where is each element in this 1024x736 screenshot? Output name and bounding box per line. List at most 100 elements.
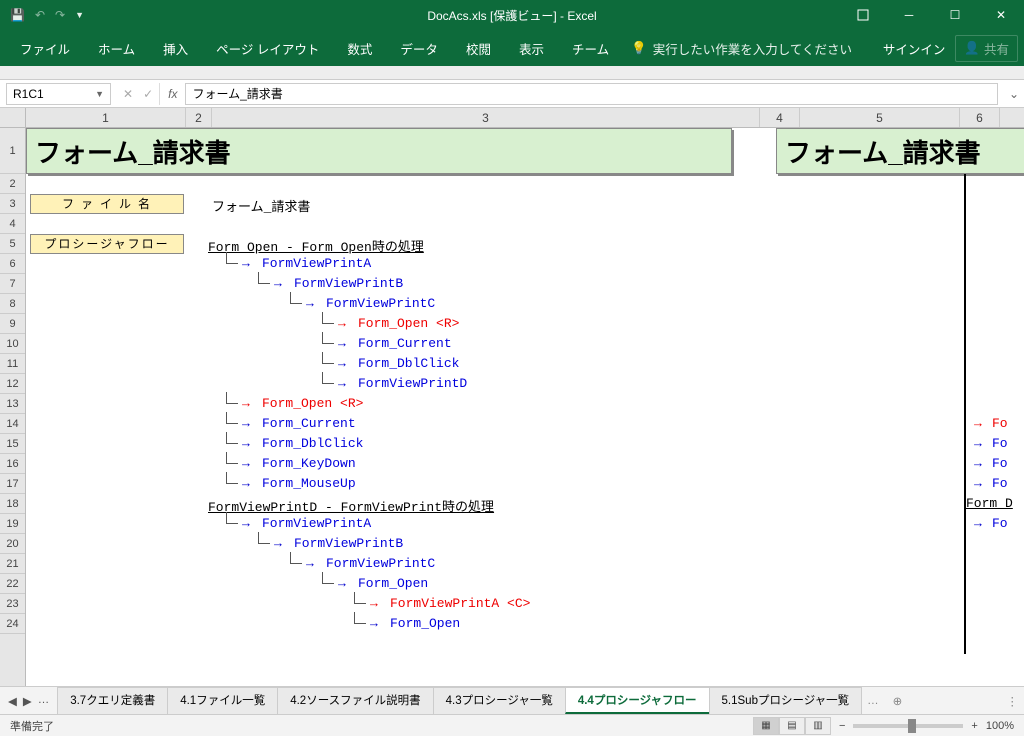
- row-header[interactable]: 24: [0, 614, 25, 634]
- save-icon[interactable]: 💾: [10, 8, 25, 22]
- row-header[interactable]: 17: [0, 474, 25, 494]
- row-header[interactable]: 1: [0, 128, 25, 174]
- minimize-button[interactable]: ─: [886, 0, 932, 30]
- row-header[interactable]: 6: [0, 254, 25, 274]
- flow-item[interactable]: Form_Current: [262, 416, 356, 431]
- column-header[interactable]: 4: [760, 108, 800, 127]
- flow-item[interactable]: FormViewPrintB: [294, 536, 403, 551]
- row-header[interactable]: 15: [0, 434, 25, 454]
- zoom-slider[interactable]: [853, 724, 963, 728]
- flow-item[interactable]: FormViewPrintA: [262, 256, 371, 271]
- sheet-tab[interactable]: 5.1Subプロシージャ一覧: [709, 687, 863, 714]
- tab-page-layout[interactable]: ページ レイアウト: [202, 30, 333, 66]
- sheet-tab[interactable]: 4.1ファイル一覧: [167, 687, 278, 714]
- chevron-down-icon[interactable]: ▼: [95, 89, 104, 99]
- flow-item[interactable]: Fo: [992, 516, 1008, 531]
- sheet-more-icon[interactable]: …: [861, 695, 885, 707]
- row-header[interactable]: 22: [0, 574, 25, 594]
- row-header[interactable]: 19: [0, 514, 25, 534]
- select-all-corner[interactable]: [0, 108, 26, 127]
- view-page-break-button[interactable]: ▥: [805, 717, 831, 735]
- flow-item[interactable]: Form_Open <R>: [358, 316, 459, 331]
- row-header[interactable]: 7: [0, 274, 25, 294]
- row-header[interactable]: 12: [0, 374, 25, 394]
- maximize-button[interactable]: ☐: [932, 0, 978, 30]
- tab-view[interactable]: 表示: [505, 30, 558, 66]
- column-header[interactable]: 1: [26, 108, 186, 127]
- row-header[interactable]: 23: [0, 594, 25, 614]
- sheet-nav-first-icon[interactable]: ◀: [8, 694, 17, 708]
- row-header[interactable]: 8: [0, 294, 25, 314]
- sheet-tab[interactable]: 4.4プロシージャフロー: [565, 687, 710, 714]
- row-header[interactable]: 4: [0, 214, 25, 234]
- flow-item[interactable]: Fo: [992, 476, 1008, 491]
- sheet-nav-prev-icon[interactable]: ▶: [23, 694, 32, 708]
- sheet-tab[interactable]: 4.2ソースファイル説明書: [277, 687, 433, 714]
- add-sheet-button[interactable]: ⊕: [885, 694, 911, 708]
- formula-expand-icon[interactable]: ⌄: [1004, 87, 1024, 101]
- row-header[interactable]: 10: [0, 334, 25, 354]
- column-header[interactable]: 2: [186, 108, 212, 127]
- flow-item[interactable]: FormViewPrintB: [294, 276, 403, 291]
- flow-item[interactable]: Form_DblClick: [262, 436, 363, 451]
- formula-input[interactable]: フォーム_請求書: [185, 83, 998, 105]
- sheet-nav-more-icon[interactable]: …: [38, 694, 50, 708]
- row-header[interactable]: 2: [0, 174, 25, 194]
- flow-item[interactable]: FormViewPrintC: [326, 556, 435, 571]
- view-normal-button[interactable]: ▦: [753, 717, 779, 735]
- flow-item[interactable]: FormViewPrintD: [358, 376, 467, 391]
- flow-item[interactable]: Form_Open <R>: [262, 396, 363, 411]
- share-button[interactable]: 👤 共有: [955, 35, 1018, 62]
- flow-item[interactable]: Fo: [992, 456, 1008, 471]
- cancel-icon[interactable]: ✕: [123, 87, 133, 101]
- zoom-out-button[interactable]: −: [839, 720, 845, 732]
- row-header[interactable]: 5: [0, 234, 25, 254]
- flow-item[interactable]: Form_MouseUp: [262, 476, 356, 491]
- flow-item[interactable]: Fo: [992, 416, 1008, 431]
- fx-icon[interactable]: fx: [160, 87, 185, 101]
- tab-insert[interactable]: 挿入: [149, 30, 202, 66]
- sheet-tab[interactable]: 3.7クエリ定義書: [57, 687, 168, 714]
- flow-item[interactable]: Form_DblClick: [358, 356, 459, 371]
- flow-item[interactable]: Form_Current: [358, 336, 452, 351]
- row-header[interactable]: 21: [0, 554, 25, 574]
- column-header[interactable]: 3: [212, 108, 760, 127]
- row-header[interactable]: 11: [0, 354, 25, 374]
- tab-team[interactable]: チーム: [558, 30, 623, 66]
- tell-me[interactable]: 💡 実行したい作業を入力してください: [631, 39, 852, 58]
- redo-icon[interactable]: ↷: [55, 8, 65, 22]
- ribbon-options-icon[interactable]: [840, 0, 886, 30]
- tab-file[interactable]: ファイル: [6, 30, 84, 66]
- row-header[interactable]: 18: [0, 494, 25, 514]
- flow-item[interactable]: Form_Open: [390, 616, 460, 631]
- cells-area[interactable]: フォーム_請求書 フォーム_請求書 フ ァ イ ル 名プロシージャフローフォーム…: [26, 128, 1024, 686]
- row-header[interactable]: 13: [0, 394, 25, 414]
- qat-dropdown-icon[interactable]: ▼: [75, 10, 84, 20]
- row-header[interactable]: 16: [0, 454, 25, 474]
- flow-item[interactable]: Fo: [992, 436, 1008, 451]
- sheet-tab[interactable]: 4.3プロシージャ一覧: [433, 687, 566, 714]
- flow-item[interactable]: Form_Open: [358, 576, 428, 591]
- tab-formulas[interactable]: 数式: [333, 30, 386, 66]
- row-header[interactable]: 20: [0, 534, 25, 554]
- view-page-layout-button[interactable]: ▤: [779, 717, 805, 735]
- zoom-in-button[interactable]: +: [971, 720, 977, 732]
- tab-review[interactable]: 校閲: [452, 30, 505, 66]
- zoom-level[interactable]: 100%: [986, 720, 1014, 732]
- row-header[interactable]: 9: [0, 314, 25, 334]
- flow-item[interactable]: FormViewPrintA: [262, 516, 371, 531]
- undo-icon[interactable]: ↶: [35, 8, 45, 22]
- tab-home[interactable]: ホーム: [84, 30, 149, 66]
- close-button[interactable]: ✕: [978, 0, 1024, 30]
- tab-data[interactable]: データ: [386, 30, 452, 66]
- accept-icon[interactable]: ✓: [143, 87, 153, 101]
- flow-item[interactable]: FormViewPrintA <C>: [390, 596, 530, 611]
- signin-link[interactable]: サインイン: [883, 39, 946, 58]
- flow-item[interactable]: Form_KeyDown: [262, 456, 356, 471]
- row-header[interactable]: 14: [0, 414, 25, 434]
- column-header[interactable]: 6: [960, 108, 1000, 127]
- flow-item[interactable]: FormViewPrintC: [326, 296, 435, 311]
- column-header[interactable]: 5: [800, 108, 960, 127]
- row-header[interactable]: 3: [0, 194, 25, 214]
- sheet-options-icon[interactable]: ⋮: [1007, 694, 1024, 708]
